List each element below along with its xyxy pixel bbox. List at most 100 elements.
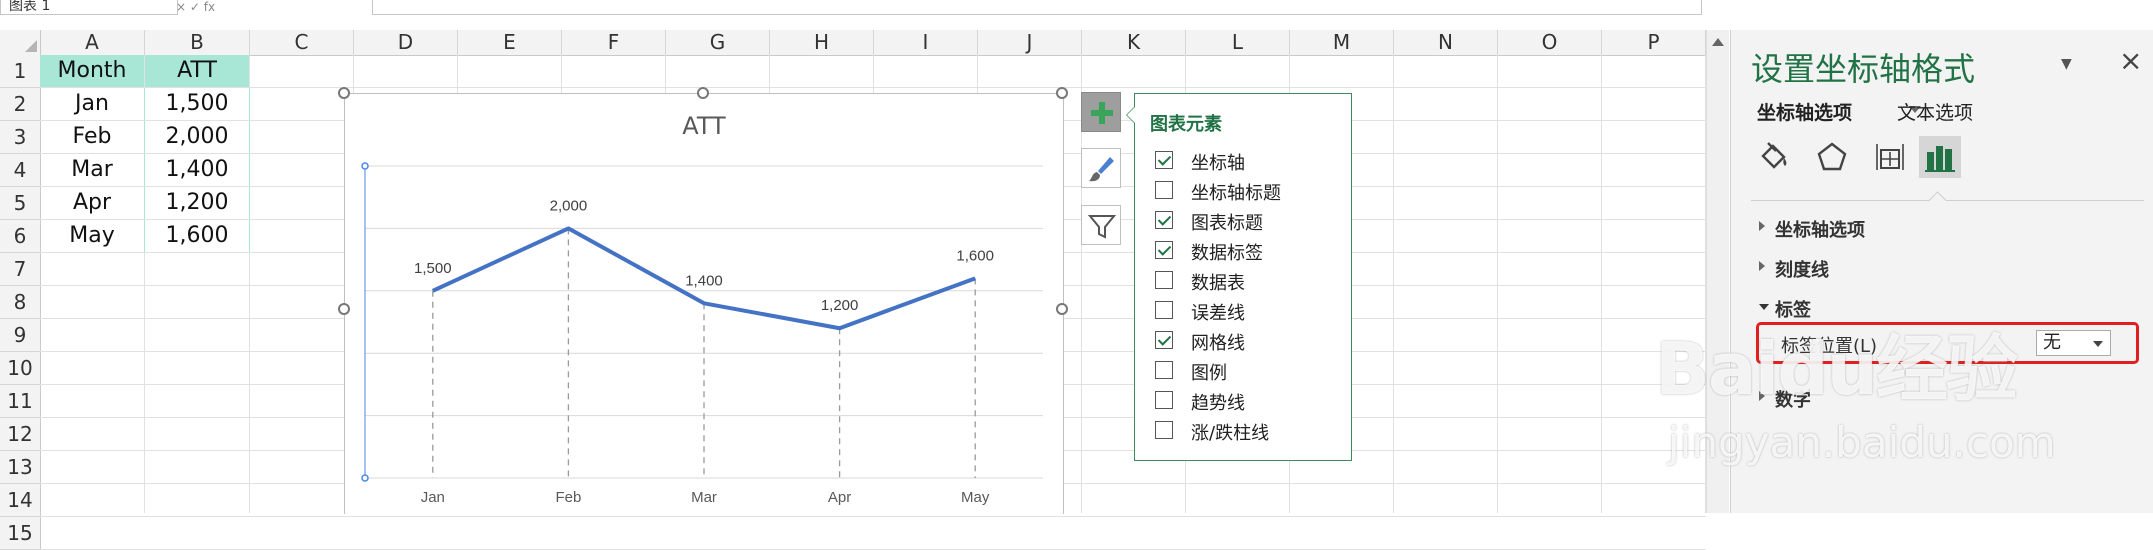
grid-column-line bbox=[1601, 55, 1602, 513]
checkbox-checked-icon[interactable] bbox=[1155, 241, 1173, 259]
column-header-j[interactable]: J bbox=[978, 30, 1082, 55]
checkbox-checked-icon[interactable] bbox=[1155, 151, 1173, 169]
effects-button[interactable] bbox=[1811, 136, 1853, 178]
resize-handle-mr[interactable] bbox=[1056, 303, 1068, 315]
column-header-n[interactable]: N bbox=[1394, 30, 1498, 55]
grid-row-line bbox=[40, 516, 1706, 517]
column-header-k[interactable]: K bbox=[1082, 30, 1186, 55]
column-header-c[interactable]: C bbox=[250, 30, 354, 55]
column-header-d[interactable]: D bbox=[354, 30, 458, 55]
table-header-cell[interactable]: Month bbox=[40, 55, 144, 87]
checkbox-unchecked-icon[interactable] bbox=[1155, 181, 1173, 199]
section-tick-marks-label: 刻度线 bbox=[1775, 260, 1829, 281]
close-icon[interactable]: × bbox=[2119, 44, 2142, 77]
row-header-8[interactable]: 8 bbox=[0, 286, 41, 319]
table-cell[interactable]: 1,400 bbox=[145, 154, 250, 186]
data-label: 1,600 bbox=[956, 247, 994, 264]
category-tick-label: Apr bbox=[828, 489, 851, 506]
pentagon-icon bbox=[1817, 142, 1847, 171]
size-properties-button[interactable] bbox=[1869, 136, 1911, 178]
expand-icon bbox=[1759, 261, 1765, 271]
column-header-f[interactable]: F bbox=[562, 30, 666, 55]
row-header-2[interactable]: 2 bbox=[0, 88, 41, 121]
category-tick-label: Mar bbox=[691, 489, 717, 506]
pane-options-dropdown-icon[interactable]: ▼ bbox=[2061, 56, 2072, 72]
axis-handle bbox=[361, 162, 369, 170]
line-chart[interactable]: ATT 1,500 2,000 1,400 1,200 1,600 Jan Feb Mar Ap… bbox=[344, 93, 1064, 514]
grid-column-line bbox=[1393, 55, 1394, 513]
table-cell[interactable]: Feb bbox=[40, 121, 145, 153]
data-label: 1,200 bbox=[821, 297, 859, 314]
resize-handle-ml[interactable] bbox=[338, 303, 350, 315]
select-all-corner[interactable] bbox=[0, 30, 41, 55]
resize-handle-tl[interactable] bbox=[338, 87, 350, 99]
resize-handle-tm[interactable] bbox=[697, 87, 709, 99]
bar-chart-icon bbox=[1925, 146, 1955, 172]
table-cell[interactable]: 1,500 bbox=[145, 88, 250, 120]
checkbox-checked-icon[interactable] bbox=[1155, 331, 1173, 349]
row-header-14[interactable]: 14 bbox=[0, 484, 41, 517]
table-cell[interactable]: 1,200 bbox=[145, 187, 250, 219]
column-header-l[interactable]: L bbox=[1186, 30, 1290, 55]
category-tick-label: Feb bbox=[555, 489, 581, 506]
tab-text-options[interactable]: 文本选项 bbox=[1897, 98, 1973, 125]
data-label: 1,500 bbox=[414, 260, 452, 277]
column-header-p[interactable]: P bbox=[1602, 30, 1706, 55]
paint-bucket-icon bbox=[1761, 142, 1787, 169]
row-header-1[interactable]: 1 bbox=[0, 55, 41, 88]
table-header-cell[interactable]: ATT bbox=[145, 55, 249, 87]
column-header-b[interactable]: B bbox=[145, 30, 250, 55]
tab-axis-options[interactable]: 坐标轴选项 bbox=[1757, 98, 1852, 125]
column-header-g[interactable]: G bbox=[666, 30, 770, 55]
checkbox-unchecked-icon[interactable] bbox=[1155, 391, 1173, 409]
chart-element-label: 坐标轴 bbox=[1191, 153, 1245, 174]
plus-icon bbox=[1091, 102, 1113, 124]
table-cell[interactable]: Apr bbox=[40, 187, 145, 219]
chart-element-label: 图例 bbox=[1191, 363, 1227, 384]
checkbox-unchecked-icon[interactable] bbox=[1155, 361, 1173, 379]
divider bbox=[1751, 200, 2144, 201]
fill-line-button[interactable] bbox=[1753, 136, 1795, 178]
checkbox-unchecked-icon[interactable] bbox=[1155, 421, 1173, 439]
row-header-5[interactable]: 5 bbox=[0, 187, 41, 220]
checkbox-unchecked-icon[interactable] bbox=[1155, 301, 1173, 319]
watermark-url: jingyan.baidu.com bbox=[1668, 418, 2056, 467]
table-cell[interactable]: May bbox=[40, 220, 145, 252]
row-header-10[interactable]: 10 bbox=[0, 352, 41, 385]
row-header-3[interactable]: 3 bbox=[0, 121, 41, 154]
table-cell[interactable]: 1,600 bbox=[145, 220, 250, 252]
row-header-13[interactable]: 13 bbox=[0, 451, 41, 484]
chart-styles-button[interactable] bbox=[1081, 148, 1121, 188]
table-cell[interactable]: Jan bbox=[40, 88, 145, 120]
chart-elements-button[interactable] bbox=[1081, 92, 1121, 132]
column-header-m[interactable]: M bbox=[1290, 30, 1394, 55]
row-header-4[interactable]: 4 bbox=[0, 154, 41, 187]
pane-title: 设置坐标轴格式 bbox=[1751, 50, 1976, 88]
name-box[interactable]: 图表 1 bbox=[0, 0, 178, 15]
row-header-9[interactable]: 9 bbox=[0, 319, 41, 352]
row-header-7[interactable]: 7 bbox=[0, 253, 41, 286]
row-header-6[interactable]: 6 bbox=[0, 220, 41, 253]
chart-element-label: 数据标签 bbox=[1191, 243, 1263, 264]
row-header-11[interactable]: 11 bbox=[0, 385, 41, 418]
chart-filters-button[interactable] bbox=[1081, 205, 1121, 245]
checkbox-unchecked-icon[interactable] bbox=[1155, 271, 1173, 289]
chart-elements-popup: 图表元素 坐标轴 坐标轴标题 图表标题 数据标签 数据表 误差线 网格线 图例 趋势线 涨/跌柱线 bbox=[1126, 93, 1352, 461]
column-header-h[interactable]: H bbox=[770, 30, 874, 55]
scroll-up-icon[interactable] bbox=[1712, 38, 1724, 46]
checkbox-checked-icon[interactable] bbox=[1155, 211, 1173, 229]
chart-element-label: 图表标题 bbox=[1191, 213, 1263, 234]
row-header-12[interactable]: 12 bbox=[0, 418, 41, 451]
filter-icon bbox=[1087, 215, 1117, 239]
axis-options-button[interactable] bbox=[1919, 136, 1961, 178]
resize-handle-tr[interactable] bbox=[1056, 87, 1068, 99]
column-header-o[interactable]: O bbox=[1498, 30, 1602, 55]
row-header-15[interactable]: 15 bbox=[0, 517, 41, 550]
table-cell[interactable]: Mar bbox=[40, 154, 145, 186]
column-header-a[interactable]: A bbox=[40, 30, 145, 55]
column-header-e[interactable]: E bbox=[458, 30, 562, 55]
column-header-i[interactable]: I bbox=[874, 30, 978, 55]
table-cell[interactable]: 2,000 bbox=[145, 121, 250, 153]
category-tick-label: May bbox=[961, 489, 990, 506]
formula-input[interactable] bbox=[372, 0, 1702, 15]
